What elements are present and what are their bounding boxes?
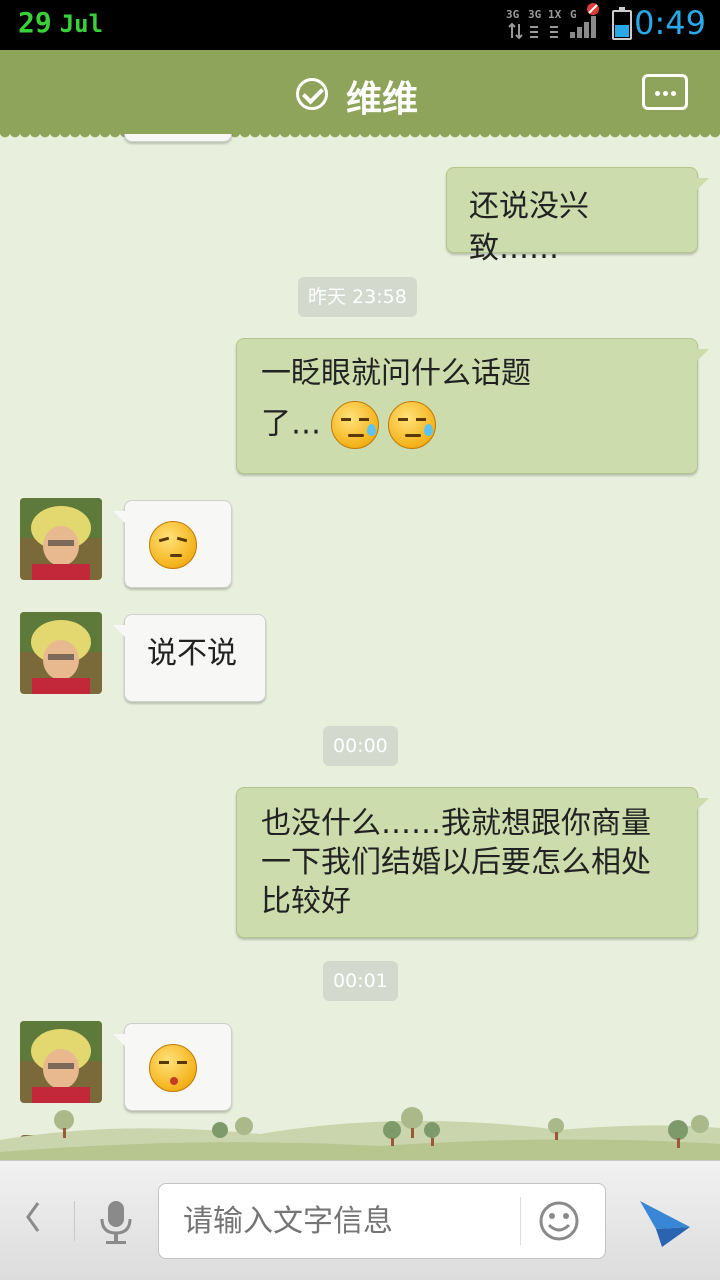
chat-message-list[interactable]: 还说没兴致…… 昨天 23:58 一眨眼就问什么话题 了… 说不说 00:00 bbox=[0, 134, 720, 1160]
status-time: 0:49 bbox=[634, 4, 706, 42]
message-input-bar bbox=[0, 1160, 720, 1280]
smiley-icon[interactable] bbox=[520, 1197, 594, 1245]
message-text: 也没什么……我就想跟你商量一下我们结婚以后要怎么相处比较好 bbox=[261, 806, 651, 919]
timestamp-chip: 00:01 bbox=[323, 961, 398, 1001]
check-circle-icon bbox=[296, 78, 328, 110]
message-bubble-incoming[interactable]: 说不说 bbox=[113, 614, 266, 702]
message-text: 了… bbox=[261, 406, 321, 442]
network-label-1x: 1X bbox=[548, 8, 562, 21]
message-bubble-outgoing[interactable]: 还说没兴致…… bbox=[446, 167, 709, 266]
smirk-face-icon bbox=[149, 521, 197, 569]
message-text: 一眨眼就问什么话题 bbox=[261, 356, 531, 391]
status-bar: 29 Jul 3G 3G 1X G 0:49 bbox=[0, 0, 720, 50]
message-bubble-outgoing[interactable]: 也没什么……我就想跟你商量一下我们结婚以后要怎么相处比较好 bbox=[236, 787, 709, 938]
mic-icon[interactable] bbox=[98, 1199, 134, 1245]
network-label-3g-2: 3G bbox=[528, 8, 542, 21]
contact-photo bbox=[20, 612, 102, 694]
sweat-face-icon bbox=[388, 401, 437, 449]
chat-title-bar: 维维 bbox=[0, 50, 720, 140]
message-bubble-outgoing[interactable]: 一眨眼就问什么话题 了… bbox=[236, 338, 709, 474]
timestamp-chip: 昨天 23:58 bbox=[298, 277, 417, 317]
message-text: 还说没兴致…… bbox=[469, 189, 589, 266]
sweat-face-icon bbox=[330, 401, 379, 449]
message-text: 说不说 bbox=[147, 636, 237, 671]
avatar[interactable] bbox=[20, 498, 102, 580]
divider bbox=[74, 1201, 75, 1241]
back-icon[interactable] bbox=[22, 1199, 42, 1244]
status-date: 29 Jul bbox=[18, 6, 103, 39]
status-day: 29 bbox=[18, 6, 52, 39]
timestamp-chip: 00:00 bbox=[323, 726, 398, 766]
message-text-line2: 了… bbox=[261, 401, 673, 449]
signal-strength-icon bbox=[570, 3, 602, 38]
network-label-3g: 3G bbox=[506, 8, 520, 21]
avatar[interactable] bbox=[20, 1021, 102, 1103]
contact-photo bbox=[20, 1021, 102, 1103]
avatar[interactable] bbox=[20, 612, 102, 694]
send-icon[interactable] bbox=[638, 1199, 692, 1249]
hills-decoration bbox=[0, 1107, 720, 1160]
battery-fill bbox=[615, 25, 629, 37]
contact-name-title: 维维 bbox=[346, 79, 419, 120]
message-bubble-incoming[interactable] bbox=[113, 1023, 232, 1111]
status-month: Jul bbox=[59, 10, 104, 38]
battery-icon bbox=[612, 7, 632, 40]
message-bubble-incoming-partial[interactable] bbox=[124, 134, 232, 142]
shy-face-icon bbox=[149, 1044, 197, 1092]
contact-photo bbox=[20, 498, 102, 580]
more-icon[interactable] bbox=[642, 74, 688, 110]
message-bubble-incoming[interactable] bbox=[113, 500, 232, 588]
data-activity-icon bbox=[508, 22, 558, 40]
